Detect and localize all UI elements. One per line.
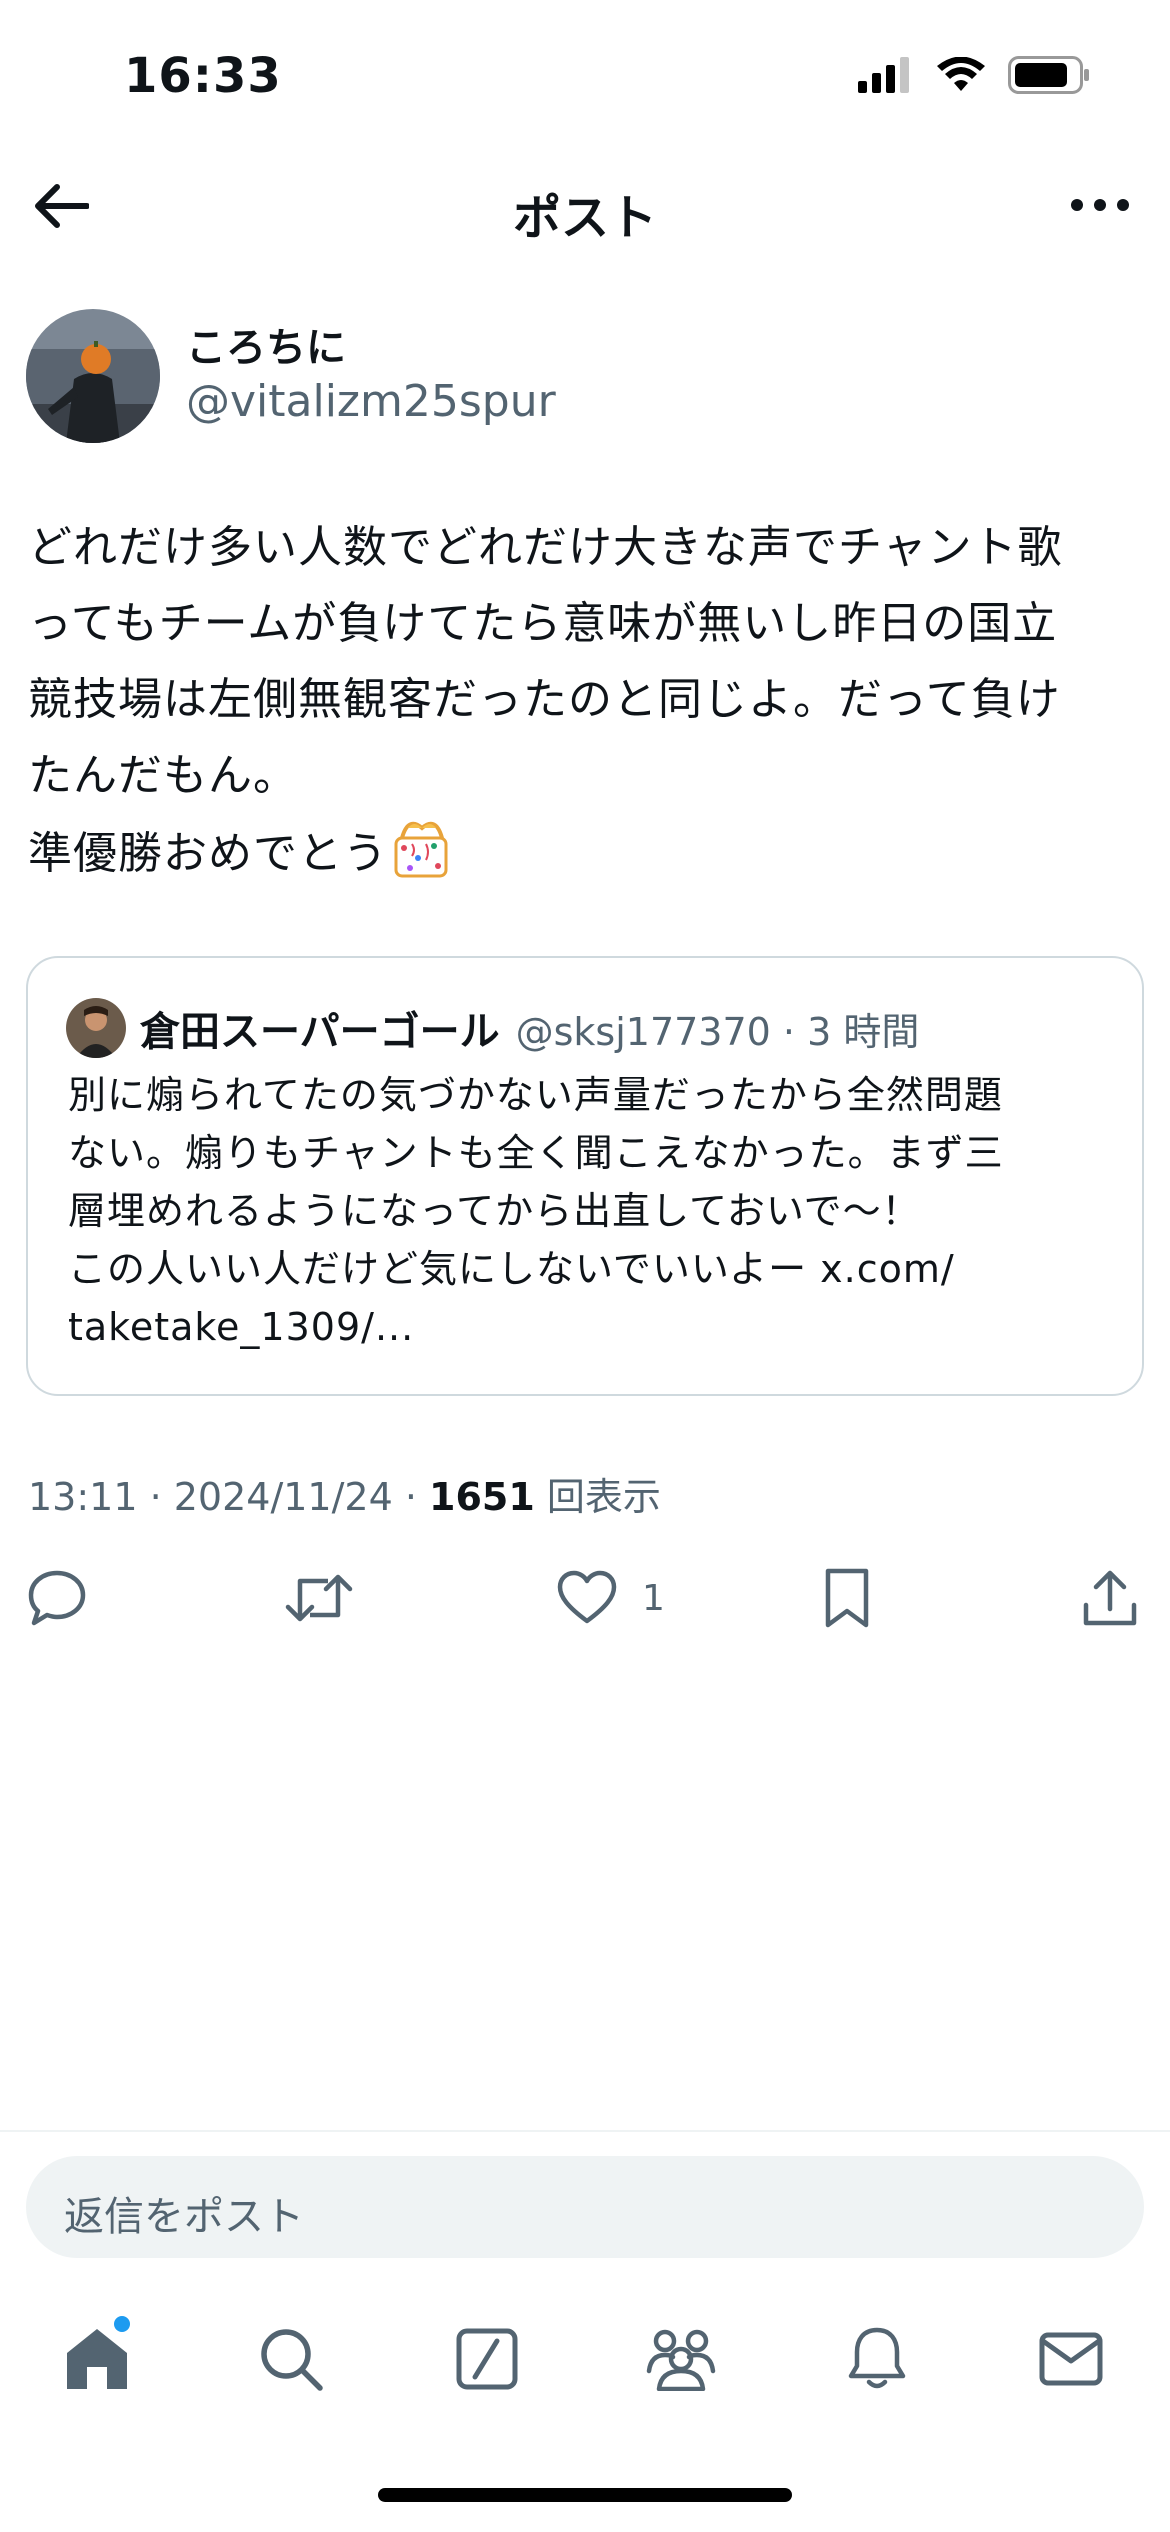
bookmark-icon xyxy=(825,1568,869,1628)
tweet-author[interactable]: ころちに @vitalizm25spur xyxy=(26,308,556,444)
reply-placeholder: 返信をポスト xyxy=(64,2194,304,2240)
page-title: ポスト xyxy=(512,190,657,246)
like-button[interactable]: 1 xyxy=(556,1560,665,1636)
quote-header: 倉田スーパーゴール @sksj177370 · 3 時間 xyxy=(66,998,919,1058)
retweet-icon xyxy=(285,1574,353,1622)
reply-icon xyxy=(28,1570,86,1626)
author-name[interactable]: ころちに xyxy=(186,322,556,374)
quote-author-name: 倉田スーパーゴール xyxy=(140,1009,500,1055)
wifi-icon xyxy=(937,57,985,91)
like-count: 1 xyxy=(642,1577,665,1619)
battery-icon xyxy=(1008,56,1089,94)
tweet-datetime: 13:11 · 2024/11/24 · xyxy=(28,1475,430,1519)
share-icon xyxy=(1083,1570,1137,1626)
nav-communities[interactable] xyxy=(636,2314,726,2404)
view-count: 1651 xyxy=(429,1475,535,1519)
tweet-meta: 13:11 · 2024/11/24 · 1651 回表示 xyxy=(28,1466,661,1521)
status-bar: 16:33 xyxy=(0,0,1170,150)
quote-author-handle: @sksj177370 · 3 時間 xyxy=(515,1009,920,1054)
tweet-actions: 1 xyxy=(0,1560,1170,1636)
tweet-text-content: どれだけ多い人数でどれだけ大きな声でチャント歌 ってもチームが負けてたら意味が無… xyxy=(28,522,1063,879)
retweet-button[interactable] xyxy=(284,1560,354,1636)
author-handle[interactable]: @vitalizm25spur xyxy=(186,374,556,430)
signal-icon xyxy=(858,57,909,93)
quote-avatar xyxy=(66,998,126,1058)
nav-compose[interactable] xyxy=(442,2314,532,2404)
quote-card[interactable]: 倉田スーパーゴール @sksj177370 · 3 時間 別に煽られてたの気づか… xyxy=(26,956,1144,1396)
share-button[interactable] xyxy=(1080,1560,1140,1636)
status-time: 16:33 xyxy=(124,48,282,104)
quote-text: 別に煽られてたの気づかない声量だったから全然問題 ない。煽りもチャントも全く聞こ… xyxy=(68,1073,1004,1349)
view-count-label: 回表示 xyxy=(534,1475,661,1519)
compose-icon xyxy=(456,2328,518,2390)
bookmark-button[interactable] xyxy=(820,1560,874,1636)
author-names: ころちに @vitalizm25spur xyxy=(186,322,556,430)
more-button[interactable] xyxy=(1060,180,1140,230)
home-indicator xyxy=(378,2488,792,2502)
bell-icon xyxy=(848,2327,906,2389)
search-icon xyxy=(261,2329,323,2391)
header: ポスト xyxy=(0,160,1170,252)
avatar-image xyxy=(26,309,160,443)
bottom-nav xyxy=(0,2300,1170,2410)
reply-button[interactable] xyxy=(26,1560,88,1636)
home-icon xyxy=(67,2329,127,2389)
communities-icon xyxy=(646,2329,716,2391)
nav-home[interactable] xyxy=(52,2314,142,2404)
nav-messages[interactable] xyxy=(1026,2314,1116,2404)
author-avatar[interactable] xyxy=(26,309,160,443)
tweet-text: どれだけ多い人数でどれだけ大きな声でチャント歌 ってもチームが負けてたら意味が無… xyxy=(28,510,1148,892)
notification-dot xyxy=(114,2316,130,2332)
divider xyxy=(0,2130,1170,2132)
reply-input[interactable]: 返信をポスト xyxy=(26,2156,1144,2258)
party-popper-icon xyxy=(388,814,454,880)
status-icons xyxy=(858,56,1090,94)
heart-icon xyxy=(557,1570,617,1624)
mail-icon xyxy=(1039,2332,1103,2386)
nav-notifications[interactable] xyxy=(832,2314,922,2404)
nav-search[interactable] xyxy=(246,2314,336,2404)
quote-avatar-image xyxy=(66,998,126,1058)
more-icon xyxy=(1071,199,1129,211)
